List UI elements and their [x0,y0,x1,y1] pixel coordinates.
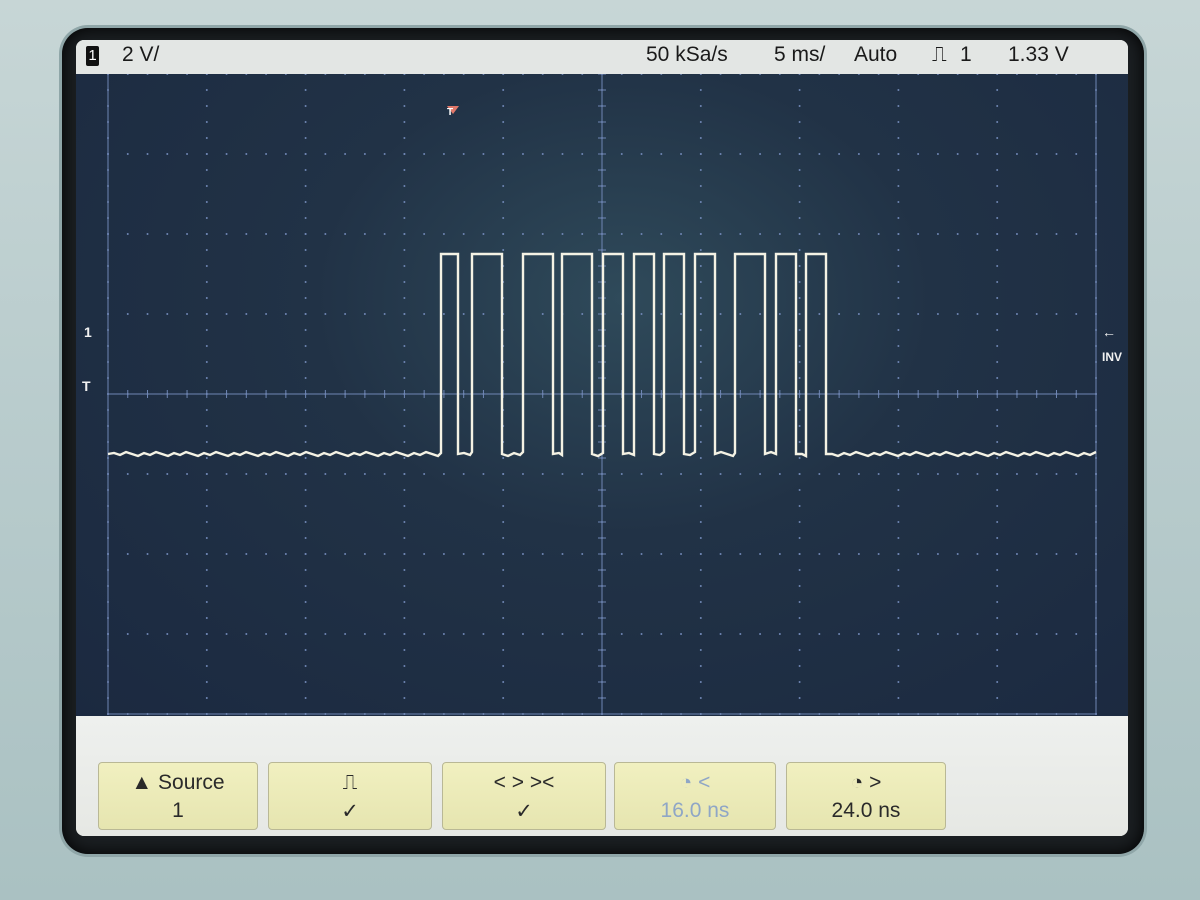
channel-badge: 1 [86,46,99,66]
less-than-value: 16.0 ns [660,799,730,822]
check-icon: ✓ [341,800,359,823]
timebase: 5 ms/ [774,43,826,66]
status-bar: 1 2 V/ 50 kSa/s 5 ms/ Auto ⎍ 1 1.33 V [76,40,1128,74]
signal-trace [107,252,1097,458]
scope-screen: 1 2 V/ 50 kSa/s 5 ms/ Auto ⎍ 1 1.33 V T … [76,40,1128,836]
source-softkey[interactable]: ▲ Source 1 [98,762,258,830]
pulse-polarity-softkey[interactable]: ⎍ ✓ [268,762,432,830]
trigger-edge-icon: ⎍ [932,43,947,66]
qualifier-options: < > >< [493,771,555,794]
trigger-mode: Auto [854,43,898,66]
softkey-bar: ▲ Source 1 ⎍ ✓ < > >< ✓ ◔ < 16.0 ns ◔ > … [76,716,1128,836]
qualifier-softkey[interactable]: < > >< ✓ [442,762,606,830]
waveform-svg [107,74,1097,715]
trigger-source: 1 [960,43,972,66]
less-than-softkey[interactable]: ◔ < 16.0 ns [614,762,776,830]
trigger-level: 1.33 V [1008,43,1069,66]
source-label: ▲ Source [131,771,225,794]
vertical-scale: 2 V/ [122,43,160,66]
check-icon: ✓ [515,800,533,823]
right-arrow-icon: ← [1102,324,1116,340]
less-than-label: ◔ < [679,771,711,794]
greater-than-label: ◔ > [850,771,882,794]
trigger-level-marker: T [82,378,91,394]
pulse-icon: ⎍ [342,771,358,794]
sample-rate: 50 kSa/s [646,43,728,66]
channel-ground-marker: 1 [84,324,92,340]
greater-than-value: 24.0 ns [831,799,901,822]
inv-label: INV [1102,350,1123,364]
greater-than-softkey[interactable]: ◔ > 24.0 ns [786,762,946,830]
source-value: 1 [172,799,184,822]
waveform-display: T 1 T ← INV [76,74,1128,716]
trigger-position-marker: T [447,107,454,118]
